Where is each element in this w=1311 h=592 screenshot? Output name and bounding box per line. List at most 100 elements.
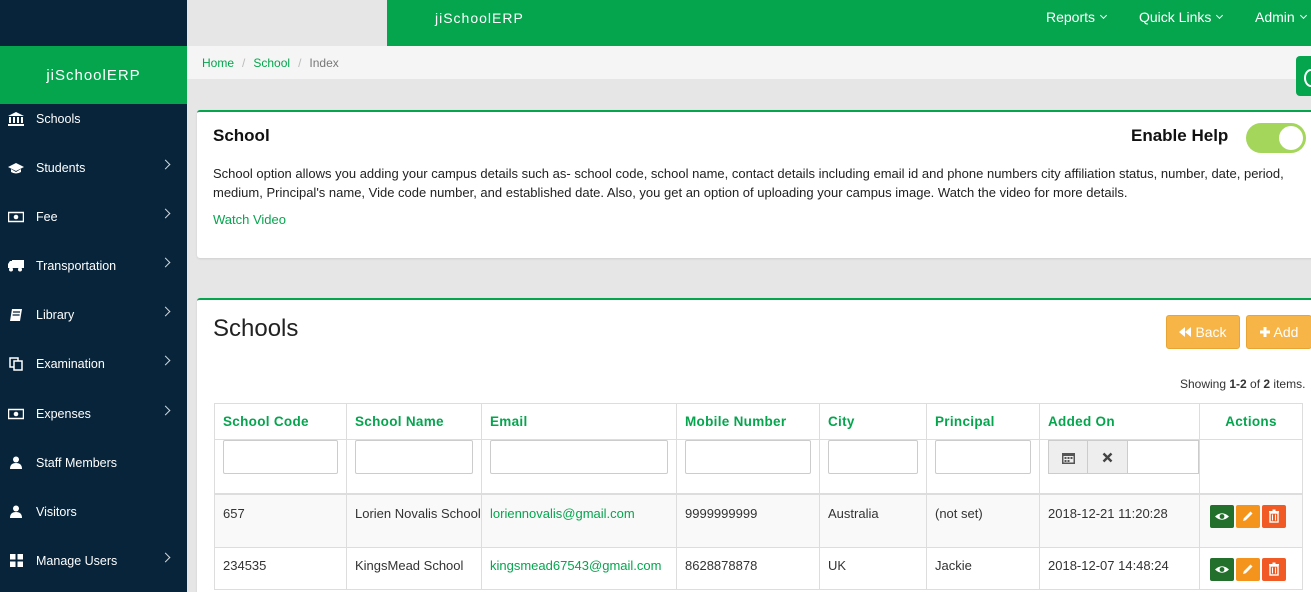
view-button[interactable]	[1210, 504, 1234, 528]
edit-button[interactable]	[1236, 558, 1260, 581]
filter-email[interactable]	[490, 440, 668, 474]
delete-button[interactable]	[1262, 504, 1286, 528]
trash-icon	[1269, 509, 1279, 523]
backward-icon	[1179, 327, 1192, 337]
cell-city: UK	[819, 547, 927, 590]
cell-added-on: 2018-12-07 14:48:24	[1039, 547, 1200, 590]
toggle-knob	[1279, 126, 1303, 150]
breadcrumb-school[interactable]: School	[253, 56, 290, 70]
cell-added-on: 2018-12-21 11:20:28	[1039, 493, 1200, 548]
plus-icon	[1259, 327, 1270, 337]
col-email[interactable]: Email	[481, 403, 677, 440]
trash-icon	[1269, 562, 1279, 576]
sidebar-item-transportation[interactable]: Transportation	[0, 241, 187, 290]
user-icon	[8, 456, 24, 470]
chevron-right-icon	[160, 208, 171, 219]
filter-school-code[interactable]	[223, 440, 338, 474]
cell-email[interactable]: loriennovalis@gmail.com	[481, 493, 677, 548]
table-row: 657 Lorien Novalis School loriennovalis@…	[214, 493, 1303, 548]
clear-icon[interactable]	[1088, 440, 1128, 474]
filter-cell	[214, 439, 347, 495]
chevron-down-icon	[1216, 11, 1224, 20]
sidebar-item-label: Expenses	[36, 406, 91, 421]
delete-button[interactable]	[1262, 558, 1286, 581]
money-icon	[8, 407, 24, 421]
edit-button[interactable]	[1236, 504, 1260, 528]
cell-school-name: Lorien Novalis School	[346, 493, 482, 548]
cell-school-name: KingsMead School	[346, 547, 482, 590]
pencil-icon	[1243, 511, 1253, 521]
add-button[interactable]: Add	[1246, 315, 1311, 349]
sidebar-item-manage-users[interactable]: Manage Users	[0, 536, 187, 585]
col-school-code[interactable]: School Code	[214, 403, 347, 440]
sidebar-item-visitors[interactable]: Visitors	[0, 487, 187, 536]
filter-school-name[interactable]	[355, 440, 473, 474]
filter-cell	[1039, 439, 1200, 495]
pencil-icon	[1243, 564, 1253, 574]
sidebar-item-fee[interactable]: Fee	[0, 192, 187, 241]
help-title: School	[213, 126, 270, 145]
filter-mobile-number[interactable]	[685, 440, 811, 474]
filter-added-on	[1048, 440, 1199, 474]
summary-range: 1-2	[1229, 377, 1247, 391]
sidebar-top	[0, 0, 187, 46]
breadcrumb-separator: /	[242, 55, 246, 70]
sidebar-item-expenses[interactable]: Expenses	[0, 389, 187, 438]
sidebar: jiSchoolERP Schools Students Fee Transpo…	[0, 0, 187, 592]
cell-school-code: 657	[214, 493, 347, 548]
view-button[interactable]	[1210, 558, 1234, 581]
summary-suffix: items.	[1270, 377, 1306, 391]
col-principal[interactable]: Principal	[926, 403, 1040, 440]
user-icon	[8, 505, 24, 519]
sidebar-item-label: Schools	[36, 111, 81, 126]
page-title: Schools	[213, 315, 299, 342]
col-added-on[interactable]: Added On	[1039, 403, 1200, 440]
sidebar-item-students[interactable]: Students	[0, 143, 187, 192]
nav-quick-links-label: Quick Links	[1139, 9, 1212, 25]
cell-school-code: 234535	[214, 547, 347, 590]
nav-reports[interactable]: Reports	[1046, 9, 1108, 25]
sidebar-item-label: Manage Users	[36, 553, 118, 568]
chevron-right-icon	[160, 257, 171, 268]
watch-video-link[interactable]: Watch Video	[213, 212, 286, 227]
schools-table: School Code School Name Email Mobile Num…	[214, 403, 1303, 590]
nav-admin[interactable]: Admin	[1255, 9, 1307, 25]
col-city[interactable]: City	[819, 403, 927, 440]
sidebar-item-label: Examination	[36, 356, 105, 371]
sidebar-item-schools[interactable]: Schools	[0, 94, 187, 143]
copy-icon	[8, 356, 24, 371]
help-side-tab[interactable]	[1296, 56, 1311, 96]
sidebar-item-label: Students	[36, 160, 86, 175]
breadcrumb: Home / School / Index	[187, 46, 1311, 79]
sidebar-item-library[interactable]: Library	[0, 290, 187, 339]
filter-cell	[481, 439, 677, 495]
sidebar-item-examination[interactable]: Examination	[0, 339, 187, 388]
breadcrumb-home[interactable]: Home	[202, 56, 234, 70]
topbar-left-gap	[187, 0, 387, 46]
graduation-cap-icon	[8, 161, 24, 175]
cell-actions	[1199, 493, 1303, 548]
calendar-icon[interactable]	[1048, 440, 1088, 474]
nav-quick-links[interactable]: Quick Links	[1139, 9, 1224, 25]
table-header: School Code School Name Email Mobile Num…	[214, 403, 1303, 440]
filter-added-on-input[interactable]	[1128, 440, 1199, 474]
cell-principal: Jackie	[926, 547, 1040, 590]
cell-email[interactable]: kingsmead67543@gmail.com	[481, 547, 677, 590]
chevron-right-icon	[160, 159, 171, 170]
col-mobile-number[interactable]: Mobile Number	[676, 403, 820, 440]
enable-help-toggle[interactable]	[1246, 123, 1306, 153]
back-button[interactable]: Back	[1166, 315, 1240, 349]
sidebar-item-staff-members[interactable]: Staff Members	[0, 438, 187, 487]
filter-principal[interactable]	[935, 440, 1031, 474]
topbar: jiSchoolERP Reports Quick Links Admin	[387, 0, 1311, 46]
filter-city[interactable]	[828, 440, 918, 474]
filter-cell	[346, 439, 482, 495]
sidebar-item-label: Library	[36, 307, 75, 322]
help-panel: School Enable Help School option allows …	[197, 110, 1311, 258]
filter-cell	[926, 439, 1040, 495]
col-school-name[interactable]: School Name	[346, 403, 482, 440]
sidebar-item-label: Transportation	[36, 258, 117, 273]
breadcrumb-separator: /	[298, 55, 302, 70]
nav-admin-label: Admin	[1255, 9, 1295, 25]
app-brand[interactable]: jiSchoolERP	[435, 10, 524, 26]
